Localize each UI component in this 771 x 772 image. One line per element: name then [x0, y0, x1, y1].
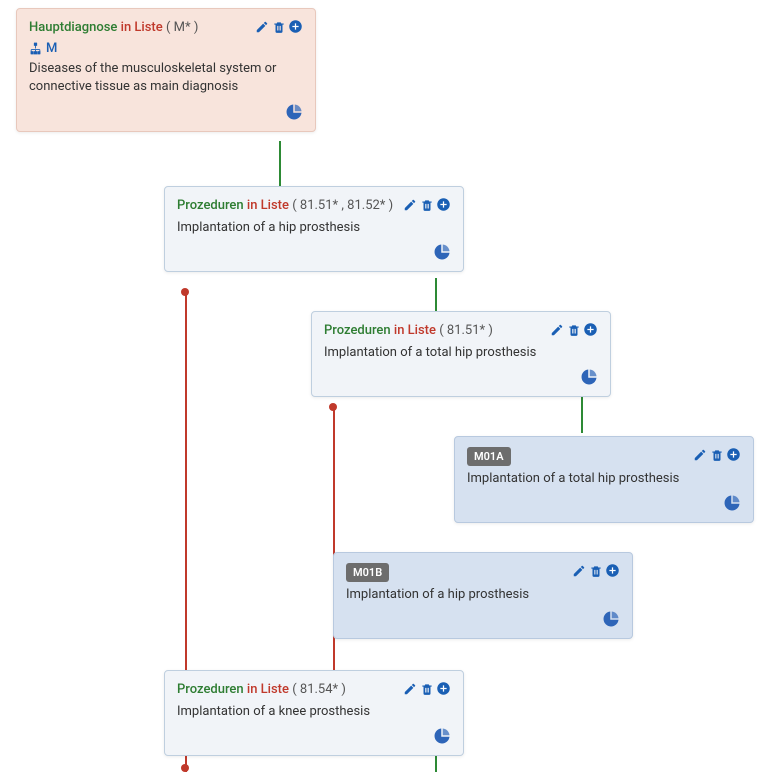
title-kind: Hauptdiagnose: [29, 20, 117, 35]
plus-circle-icon[interactable]: [605, 563, 620, 578]
connector: [581, 394, 583, 433]
pie-chart-icon[interactable]: [580, 368, 598, 386]
title-codes: ( 81.51* , 81.52* ): [292, 198, 393, 213]
node-meta[interactable]: M: [29, 41, 303, 56]
pie-chart-icon[interactable]: [433, 243, 451, 261]
connector-dot: [181, 288, 189, 296]
title-codes: ( M* ): [166, 20, 198, 35]
connector: [435, 754, 437, 772]
edit-icon[interactable]: [692, 447, 707, 462]
node-desc: Implantation of a total hip prosthesis: [324, 344, 598, 362]
meta-code: M: [46, 41, 57, 56]
trash-icon[interactable]: [271, 19, 286, 34]
connector: [435, 278, 437, 313]
node-m01a: M01A Implantation of a total hip prosthe…: [454, 436, 754, 523]
node-proc3: Prozeduren in Liste ( 81.54* ) Implantat…: [164, 670, 464, 756]
plus-circle-icon[interactable]: [726, 447, 741, 462]
trash-icon[interactable]: [419, 197, 434, 212]
plus-circle-icon[interactable]: [288, 19, 303, 34]
edit-icon[interactable]: [402, 681, 417, 696]
node-desc: Diseases of the musculoskeletal system o…: [29, 60, 303, 96]
trash-icon[interactable]: [709, 447, 724, 462]
node-title: Prozeduren in Liste ( 81.54* ): [177, 681, 394, 699]
edit-icon[interactable]: [571, 563, 586, 578]
node-title: Prozeduren in Liste ( 81.51* ): [324, 322, 541, 340]
badge-label: M01A: [467, 447, 511, 466]
node-root: Hauptdiagnose in Liste ( M* ) M Diseases…: [16, 8, 316, 132]
title-op: in Liste: [247, 198, 289, 213]
node-proc2: Prozeduren in Liste ( 81.51* ) Implantat…: [311, 311, 611, 397]
trash-icon[interactable]: [566, 322, 581, 337]
node-badge: M01B: [346, 563, 389, 582]
node-proc1: Prozeduren in Liste ( 81.51* , 81.52* ) …: [164, 186, 464, 272]
node-desc: Implantation of a total hip prosthesis: [467, 470, 741, 488]
edit-icon[interactable]: [254, 19, 269, 34]
title-codes: ( 81.54* ): [292, 682, 346, 697]
node-title: Prozeduren in Liste ( 81.51* , 81.52* ): [177, 197, 394, 215]
pie-chart-icon[interactable]: [433, 727, 451, 745]
pie-chart-icon[interactable]: [602, 610, 620, 628]
title-kind: Prozeduren: [177, 682, 244, 697]
node-title: Hauptdiagnose in Liste ( M* ): [29, 19, 246, 37]
pie-chart-icon[interactable]: [285, 103, 303, 121]
trash-icon[interactable]: [419, 681, 434, 696]
badge-label: M01B: [346, 563, 389, 582]
node-desc: Implantation of a hip prosthesis: [346, 586, 620, 604]
pie-chart-icon[interactable]: [723, 494, 741, 512]
plus-circle-icon[interactable]: [436, 681, 451, 696]
title-kind: Prozeduren: [324, 323, 391, 338]
node-m01b: M01B Implantation of a hip prosthesis: [333, 552, 633, 639]
edit-icon[interactable]: [549, 322, 564, 337]
title-op: in Liste: [394, 323, 436, 338]
connector-dot: [181, 764, 189, 772]
node-badge: M01A: [467, 447, 511, 466]
title-kind: Prozeduren: [177, 198, 244, 213]
node-desc: Implantation of a knee prosthesis: [177, 703, 451, 721]
trash-icon[interactable]: [588, 563, 603, 578]
plus-circle-icon[interactable]: [583, 322, 598, 337]
title-op: in Liste: [121, 20, 163, 35]
title-codes: ( 81.51* ): [439, 323, 493, 338]
plus-circle-icon[interactable]: [436, 197, 451, 212]
connector-dot: [329, 403, 337, 411]
node-desc: Implantation of a hip prosthesis: [177, 219, 451, 237]
title-op: in Liste: [247, 682, 289, 697]
connector: [279, 141, 281, 186]
sitemap-icon: [29, 42, 42, 55]
edit-icon[interactable]: [402, 197, 417, 212]
